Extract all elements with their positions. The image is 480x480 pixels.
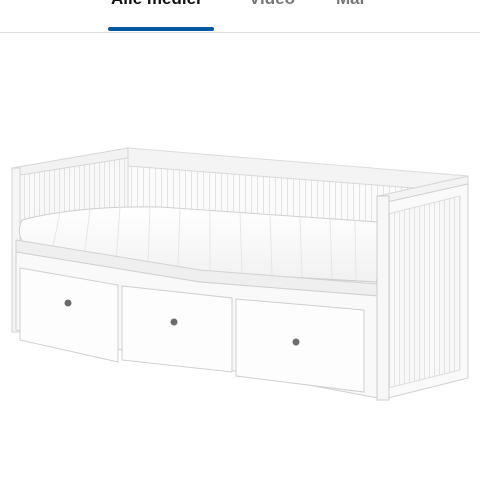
- drawer-right: [235, 298, 365, 393]
- drawer-knob-left: [64, 299, 72, 307]
- daybed-illustration: [11, 147, 469, 401]
- drawer-left: [19, 267, 119, 363]
- drawer-knob-middle: [170, 318, 178, 326]
- tab-all-media[interactable]: Alle medier: [111, 0, 203, 9]
- tab-video[interactable]: Video: [249, 0, 295, 9]
- active-tab-indicator: [108, 27, 214, 31]
- drawer-knob-right: [292, 338, 300, 346]
- right-side-panel: [376, 175, 469, 401]
- tab-dimensions[interactable]: Mål: [336, 0, 364, 9]
- drawer-middle: [121, 285, 233, 373]
- media-tab-bar: Alle medier Video Mål: [0, 0, 480, 33]
- product-image[interactable]: [0, 33, 480, 480]
